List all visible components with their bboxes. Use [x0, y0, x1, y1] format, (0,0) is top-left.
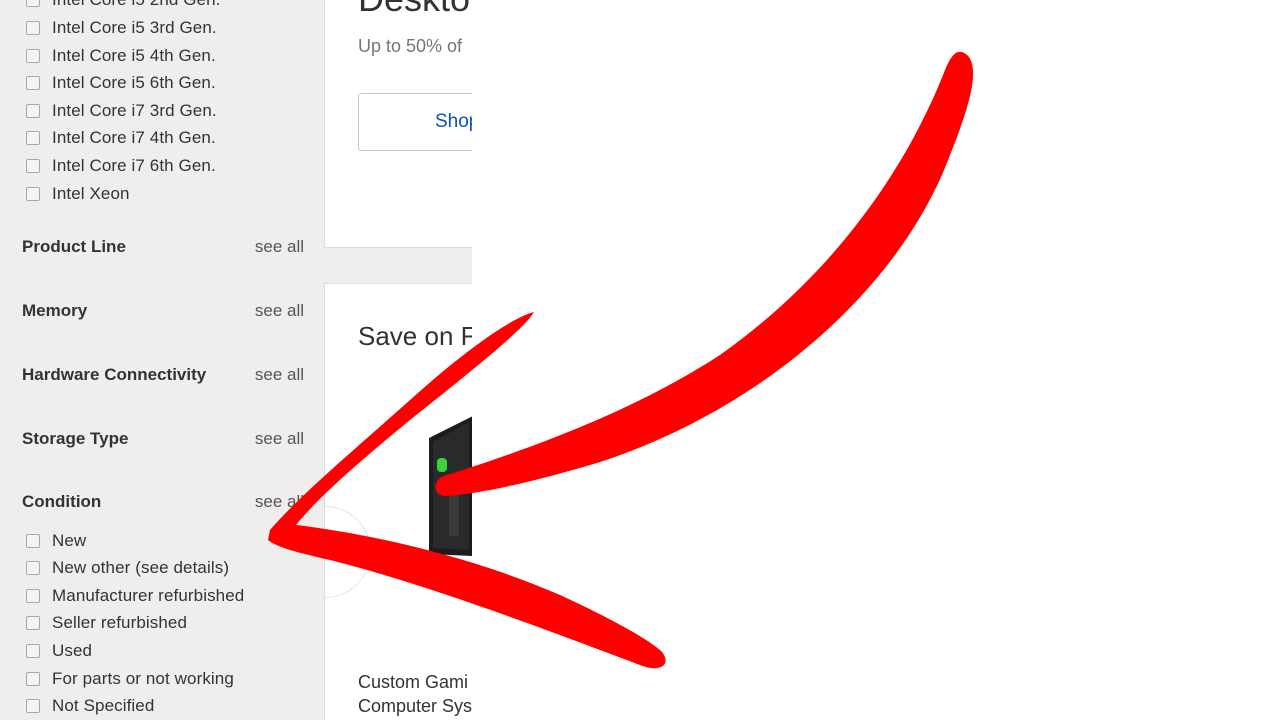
- condition-option-label: Manufacturer refurbished: [52, 586, 245, 605]
- product-title[interactable]: Custom Gami Computer Sys: [358, 670, 472, 718]
- filter-option-label: Intel Xeon: [52, 184, 130, 203]
- product-image[interactable]: [429, 416, 472, 556]
- condition-option-label: New other (see details): [52, 558, 230, 577]
- checkbox[interactable]: [26, 672, 40, 686]
- hero-subtitle: Up to 50% of: [358, 36, 463, 56]
- facet-product-line: Product Line see all: [22, 235, 304, 259]
- product-carousel-card: Save on F Custom Gami Computer Sys: [324, 283, 472, 720]
- see-all-link[interactable]: see all: [255, 492, 304, 512]
- filter-option[interactable]: Intel Xeon: [26, 184, 130, 204]
- facet-storage-type: Storage Type see all: [22, 427, 304, 451]
- condition-option[interactable]: New: [26, 531, 86, 551]
- filter-option[interactable]: Intel Core i5 3rd Gen.: [26, 18, 217, 38]
- checkbox[interactable]: [26, 49, 40, 63]
- filter-sidebar: Intel Core i5 2nd Gen. Intel Core i5 3rd…: [0, 0, 324, 720]
- filter-option-label: Intel Core i5 4th Gen.: [52, 46, 216, 65]
- filter-option[interactable]: Intel Core i7 4th Gen.: [26, 128, 216, 148]
- checkbox[interactable]: [26, 104, 40, 118]
- facet-memory: Memory see all: [22, 299, 304, 323]
- blank-area: [472, 0, 1280, 720]
- condition-option[interactable]: Seller refurbished: [26, 613, 187, 633]
- filter-option-label: Intel Core i5 6th Gen.: [52, 73, 216, 92]
- condition-option[interactable]: For parts or not working: [26, 669, 234, 689]
- checkbox[interactable]: [26, 159, 40, 173]
- checkbox[interactable]: [26, 644, 40, 658]
- checkbox[interactable]: [26, 131, 40, 145]
- condition-option-label: Seller refurbished: [52, 613, 188, 632]
- see-all-link[interactable]: see all: [255, 365, 304, 385]
- filter-option-label: Intel Core i7 3rd Gen.: [52, 101, 217, 120]
- facet-title: Product Line: [22, 237, 126, 256]
- checkbox[interactable]: [26, 589, 40, 603]
- facet-title: Storage Type: [22, 429, 129, 448]
- filter-option-label: Intel Core i5 2nd Gen.: [52, 0, 221, 10]
- facet-hardware-connectivity: Hardware Connectivity see all: [22, 363, 304, 387]
- product-title-line: Custom Gami: [358, 672, 469, 692]
- condition-option[interactable]: New other (see details): [26, 558, 229, 578]
- checkbox[interactable]: [26, 21, 40, 35]
- checkbox[interactable]: [26, 187, 40, 201]
- product-title-line: Computer Sys: [358, 696, 472, 716]
- see-all-link[interactable]: see all: [255, 237, 304, 257]
- condition-option[interactable]: Not Specified: [26, 696, 154, 716]
- condition-option[interactable]: Manufacturer refurbished: [26, 586, 244, 606]
- condition-option-label: For parts or not working: [52, 669, 234, 688]
- checkbox[interactable]: [26, 76, 40, 90]
- filter-option-label: Intel Core i7 6th Gen.: [52, 156, 216, 175]
- checkbox[interactable]: [26, 699, 40, 713]
- shop-button-label: Shop: [435, 111, 472, 132]
- facet-title: Hardware Connectivity: [22, 365, 207, 384]
- filter-option[interactable]: Intel Core i5 4th Gen.: [26, 46, 216, 66]
- filter-option[interactable]: Intel Core i5 6th Gen.: [26, 73, 216, 93]
- hero-title: Deskto: [358, 0, 470, 20]
- condition-option-label: Not Specified: [52, 696, 155, 715]
- facet-condition: Condition see all: [22, 490, 304, 514]
- condition-option-label: New: [52, 531, 87, 550]
- facet-title: Memory: [22, 301, 88, 320]
- checkbox[interactable]: [26, 561, 40, 575]
- checkbox[interactable]: [26, 616, 40, 630]
- see-all-link[interactable]: see all: [255, 429, 304, 449]
- condition-option-label: Used: [52, 641, 93, 660]
- checkbox[interactable]: [26, 534, 40, 548]
- checkbox[interactable]: [26, 0, 40, 7]
- filter-option-label: Intel Core i7 4th Gen.: [52, 128, 216, 147]
- hero-card: Deskto Up to 50% of Shop: [324, 0, 472, 248]
- condition-option[interactable]: Used: [26, 641, 92, 661]
- filter-option[interactable]: Intel Core i5 2nd Gen.: [26, 0, 221, 10]
- shop-button[interactable]: Shop: [358, 93, 472, 151]
- carousel-prev-icon[interactable]: [325, 506, 371, 598]
- see-all-link[interactable]: see all: [255, 301, 304, 321]
- section-title: Save on F: [358, 321, 472, 351]
- filter-option-label: Intel Core i5 3rd Gen.: [52, 18, 217, 37]
- filter-option[interactable]: Intel Core i7 3rd Gen.: [26, 101, 217, 121]
- filter-option[interactable]: Intel Core i7 6th Gen.: [26, 156, 216, 176]
- facet-title: Condition: [22, 492, 102, 511]
